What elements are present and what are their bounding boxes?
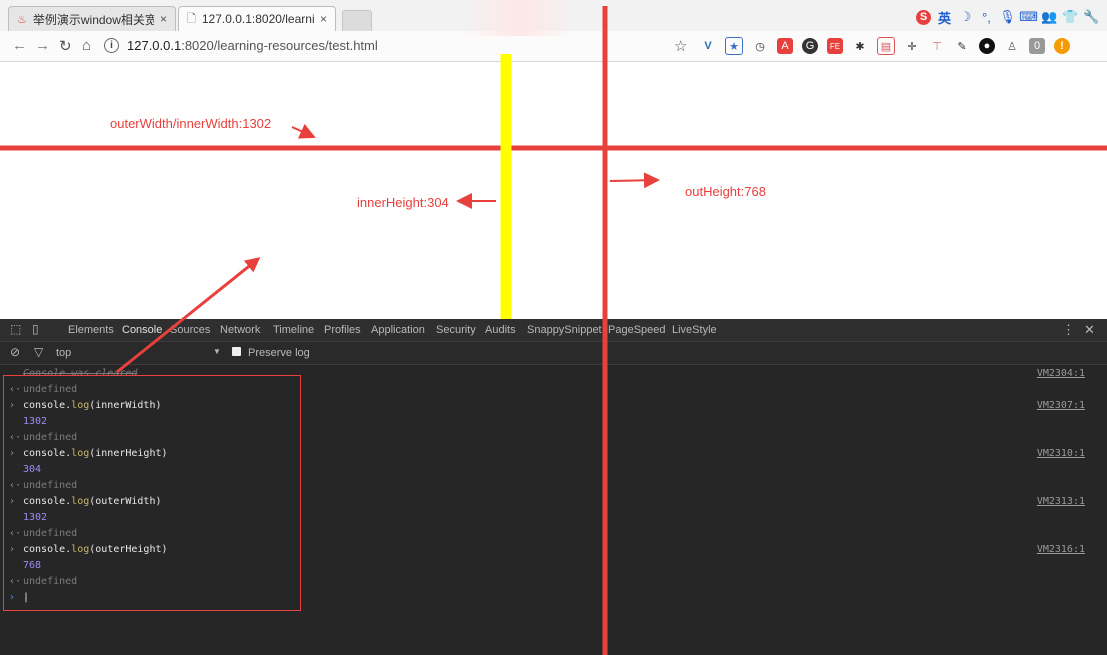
tab-application[interactable]: Application: [371, 324, 425, 336]
tab-window-demo[interactable]: ♨ 举例演示window相关宽 ×: [8, 6, 176, 31]
page-icon: 🗋: [187, 12, 196, 25]
moon-icon[interactable]: ☽: [958, 9, 973, 25]
tab-elements[interactable]: Elements: [68, 324, 114, 336]
fe-icon[interactable]: FE: [827, 38, 843, 54]
forward-arrow-icon[interactable]: →: [35, 37, 50, 54]
tab-snappysnippet[interactable]: SnappySnippet: [527, 324, 602, 336]
ime-mode-label[interactable]: 英: [937, 10, 952, 26]
ghost-icon[interactable]: ♙: [1004, 38, 1020, 54]
calendar-icon[interactable]: ▤: [877, 37, 895, 55]
bookmark-star-icon[interactable]: ☆: [674, 37, 687, 55]
annotation-inner-height: innerHeight:304: [357, 195, 449, 210]
g-icon[interactable]: G: [802, 38, 818, 54]
address-bar[interactable]: i 127.0.0.1:8020/learning-resources/test…: [104, 35, 696, 56]
tab-console[interactable]: Console: [122, 324, 162, 336]
url-host: 127.0.0.1: [127, 38, 182, 53]
ruler-icon[interactable]: ⊤: [929, 38, 945, 54]
sogou-s-icon[interactable]: S: [916, 9, 931, 25]
tab-livestyle[interactable]: LiveStyle: [672, 324, 717, 336]
source-link[interactable]: VM2307:1: [1037, 398, 1085, 414]
reload-icon[interactable]: ↻: [59, 37, 72, 55]
vue-icon[interactable]: V: [700, 38, 716, 54]
context-selector[interactable]: top: [56, 347, 71, 359]
source-link[interactable]: VM2316:1: [1037, 542, 1085, 558]
tab-audits[interactable]: Audits: [485, 324, 516, 336]
people-icon[interactable]: 👥: [1041, 9, 1057, 25]
inspect-element-icon[interactable]: ⬚: [10, 322, 21, 336]
preserve-log-checkbox[interactable]: [232, 347, 241, 356]
back-arrow-icon[interactable]: ←: [12, 37, 27, 54]
tab-network[interactable]: Network: [220, 324, 260, 336]
highlight-box: [3, 375, 301, 611]
more-options-icon[interactable]: ⋮: [1062, 322, 1075, 338]
devtools-tab-bar: ⬚ ▯ Elements Console Sources Network Tim…: [0, 319, 1107, 342]
punctuation-icon[interactable]: °,: [979, 10, 994, 25]
tab-security[interactable]: Security: [436, 324, 476, 336]
microphone-icon[interactable]: 🎙: [999, 9, 1016, 25]
tab-test-page[interactable]: 🗋 127.0.0.1:8020/learnin ×: [178, 6, 336, 31]
crosshair-icon[interactable]: ✛: [904, 38, 920, 54]
tab-timeline[interactable]: Timeline: [273, 324, 314, 336]
pdf-icon[interactable]: A: [777, 38, 793, 54]
tab-pagespeed[interactable]: PageSpeed: [608, 324, 666, 336]
extension-icons: V ★ ◷ A G FE ✱ ▤ ✛ ⊤ ✎ ● ♙ 0 !: [700, 37, 1070, 55]
eyedropper-icon[interactable]: ✎: [954, 38, 970, 54]
flame-icon: ♨: [17, 13, 27, 26]
info-icon[interactable]: i: [104, 38, 119, 53]
annotation-out-height: outHeight:768: [685, 184, 766, 199]
page-viewport: outerWidth/innerWidth:1302 innerHeight:3…: [0, 62, 1107, 319]
filter-icon[interactable]: ▽: [34, 345, 43, 359]
url-path: :8020/learning-resources/test.html: [181, 38, 378, 53]
gear-icon[interactable]: ✱: [852, 38, 868, 54]
close-devtools-icon[interactable]: ✕: [1084, 322, 1095, 338]
new-tab-button[interactable]: [342, 10, 372, 32]
grey-box-icon[interactable]: 0: [1029, 38, 1045, 54]
context-dropdown-icon[interactable]: ▼: [213, 347, 221, 356]
tab-title: 127.0.0.1:8020/learnin: [201, 12, 314, 26]
tab-profiles[interactable]: Profiles: [324, 324, 361, 336]
console-filter-bar: ⊘ ▽ top ▼ Preserve log: [0, 342, 1107, 365]
home-icon[interactable]: ⌂: [82, 37, 91, 54]
tab-close-icon[interactable]: ×: [320, 12, 327, 26]
preserve-log-label: Preserve log: [248, 347, 310, 359]
warning-icon[interactable]: !: [1054, 38, 1070, 54]
blurred-region: [462, 0, 576, 36]
source-link[interactable]: VM2313:1: [1037, 494, 1085, 510]
tab-close-icon[interactable]: ×: [160, 12, 167, 26]
keyboard-icon[interactable]: ⌨: [1019, 9, 1038, 25]
bookmark-manager-icon[interactable]: ★: [725, 37, 743, 55]
device-mode-icon[interactable]: ▯: [32, 322, 39, 336]
source-link[interactable]: VM2304:1: [1037, 366, 1085, 382]
clear-console-icon[interactable]: ⊘: [10, 345, 20, 359]
tab-title: 举例演示window相关宽: [32, 12, 154, 27]
annotation-outer-width: outerWidth/innerWidth:1302: [110, 116, 272, 131]
tab-sources[interactable]: Sources: [170, 324, 210, 336]
color-wheel-icon[interactable]: ●: [979, 38, 995, 54]
source-link[interactable]: VM2310:1: [1037, 446, 1085, 462]
shirt-icon[interactable]: 👕: [1062, 9, 1078, 25]
clock-icon[interactable]: ◷: [752, 38, 768, 54]
top-extension-tray: S 英 ☽ °, 🎙 ⌨ 👥 👕 🔧: [916, 7, 1100, 27]
wrench-icon[interactable]: 🔧: [1083, 9, 1099, 25]
